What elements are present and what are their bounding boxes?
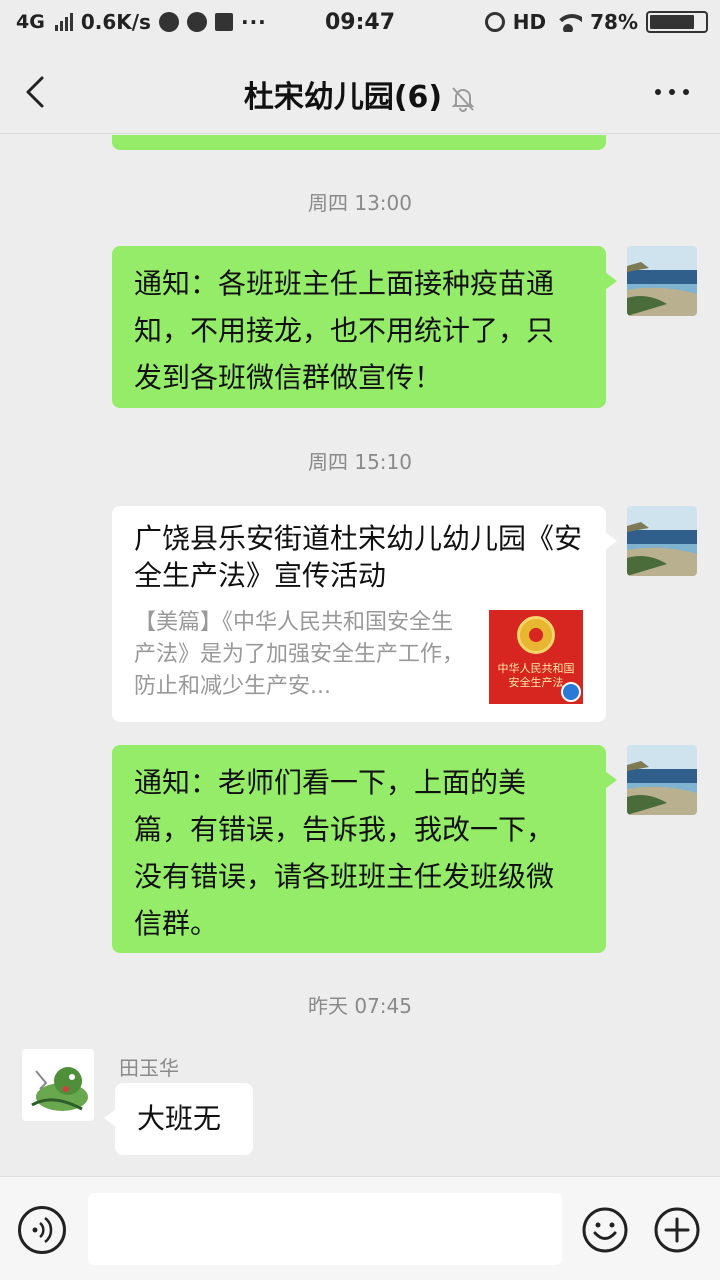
- seascape-avatar-image: [627, 246, 697, 316]
- hd-label: HD: [512, 10, 547, 34]
- sender-avatar[interactable]: [22, 1049, 94, 1121]
- card-description: 【美篇】《中华人民共和国安全生产法》是为了加强安全生产工作，防止和减少生产安..…: [134, 610, 465, 699]
- message-line: 没有错误，请各班班主任发班级微: [134, 860, 555, 893]
- my-avatar[interactable]: [627, 246, 697, 316]
- wifi-icon: [554, 12, 583, 32]
- message-bubble-incoming[interactable]: 大班无: [104, 1083, 253, 1155]
- alarm-icon: [484, 12, 505, 32]
- message-bubble-outgoing[interactable]: 通知：各班班主任上面接种疫苗通 知，不用接龙，也不用统计了，只 发到各班微信群做…: [112, 246, 617, 408]
- chat-messages[interactable]: 周四 13:00 通知：各班班主任上面接种疫苗通 知，不用接龙，也不用统计了，只…: [0, 135, 720, 1175]
- battery-icon: [646, 11, 708, 33]
- chat-title-wrap: 杜宋幼儿园(6): [0, 72, 720, 116]
- plus-icon[interactable]: [653, 1206, 701, 1254]
- sender-name: 田玉华: [119, 1056, 179, 1080]
- message-line: 信群。: [134, 907, 219, 940]
- my-avatar[interactable]: [627, 506, 697, 576]
- message-line: 知，不用接龙，也不用统计了，只: [134, 314, 555, 347]
- previous-message-bubble[interactable]: [112, 135, 606, 150]
- battery-percent: 78%: [590, 10, 638, 34]
- status-right: HD 78%: [484, 10, 708, 34]
- timestamp: 昨天 07:45: [308, 994, 412, 1018]
- card-title: 广饶县乐安街道杜宋幼儿幼儿园《安全生产法》宣传活动: [134, 522, 583, 592]
- frog-avatar-image: [22, 1049, 94, 1121]
- chat-title: 杜宋幼儿园(6): [243, 80, 443, 115]
- my-avatar[interactable]: [627, 745, 697, 815]
- meipian-logo-icon: [561, 682, 581, 702]
- voice-icon: [32, 1217, 53, 1243]
- chat-header: 杜宋幼儿园(6): [0, 50, 720, 134]
- card-thumbnail: 中华人民共和国 安全生产法: [489, 610, 583, 704]
- mute-icon: [451, 86, 475, 112]
- national-emblem-icon: [517, 616, 555, 654]
- message-bubble-outgoing[interactable]: 通知：老师们看一下，上面的美 篇，有错误，告诉我，我改一下， 没有错误，请各班班…: [112, 745, 617, 953]
- seascape-avatar-image: [627, 506, 697, 576]
- input-bar: [0, 1176, 720, 1280]
- emoji-icon[interactable]: [581, 1206, 629, 1254]
- message-line: 通知：老师们看一下，上面的美: [134, 766, 527, 799]
- seascape-avatar-image: [627, 745, 697, 815]
- timestamp: 周四 15:10: [308, 450, 412, 474]
- message-line: 通知：各班班主任上面接种疫苗通: [134, 267, 555, 300]
- more-icon[interactable]: [652, 78, 692, 106]
- status-bar: 4G 0.6K/s ··· 09:47 HD 78%: [0, 0, 720, 50]
- article-card[interactable]: 广饶县乐安街道杜宋幼儿幼儿园《安全生产法》宣传活动 【美篇】《中华人民共和国安全…: [112, 506, 617, 722]
- message-input[interactable]: [88, 1193, 562, 1265]
- voice-button[interactable]: [18, 1206, 66, 1254]
- timestamp: 周四 13:00: [308, 191, 412, 215]
- message-line: 篇，有错误，告诉我，我改一下，: [134, 813, 555, 846]
- message-line: 发到各班微信群做宣传！: [134, 361, 443, 394]
